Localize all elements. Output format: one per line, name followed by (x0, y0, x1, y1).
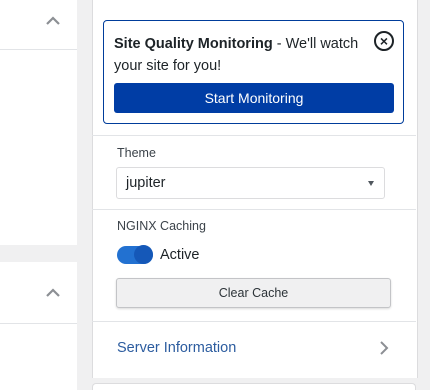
toggle-knob (134, 245, 153, 264)
left-panel-top (0, 0, 77, 245)
left-divider (0, 49, 77, 50)
start-monitoring-button[interactable]: Start Monitoring (114, 83, 394, 113)
clear-cache-button[interactable]: Clear Cache (116, 278, 391, 308)
next-panel-edge (92, 383, 416, 390)
toggle-state-label: Active (160, 247, 200, 263)
site-quality-title: Site Quality Monitoring (114, 36, 273, 52)
theme-label: Theme (117, 146, 156, 160)
left-divider (0, 323, 77, 324)
nginx-caching-toggle[interactable] (117, 245, 153, 264)
theme-select[interactable]: jupiter (116, 167, 385, 199)
close-icon[interactable]: × (374, 31, 394, 51)
server-information-row[interactable]: Server Information (92, 322, 416, 374)
site-quality-text: Site Quality Monitoring - We'll watch yo… (114, 33, 364, 77)
nginx-caching-label: NGINX Caching (117, 219, 206, 233)
left-panel-bottom (0, 262, 77, 390)
server-information-label: Server Information (117, 340, 237, 356)
chevron-up-icon[interactable] (44, 286, 62, 298)
chevron-up-icon[interactable] (44, 14, 62, 26)
divider (92, 135, 416, 136)
divider (92, 209, 416, 210)
dropdown-arrow-icon (368, 181, 374, 186)
site-quality-notice: Site Quality Monitoring - We'll watch yo… (103, 20, 404, 124)
chevron-right-icon (380, 341, 389, 355)
theme-selected-value: jupiter (126, 175, 166, 191)
